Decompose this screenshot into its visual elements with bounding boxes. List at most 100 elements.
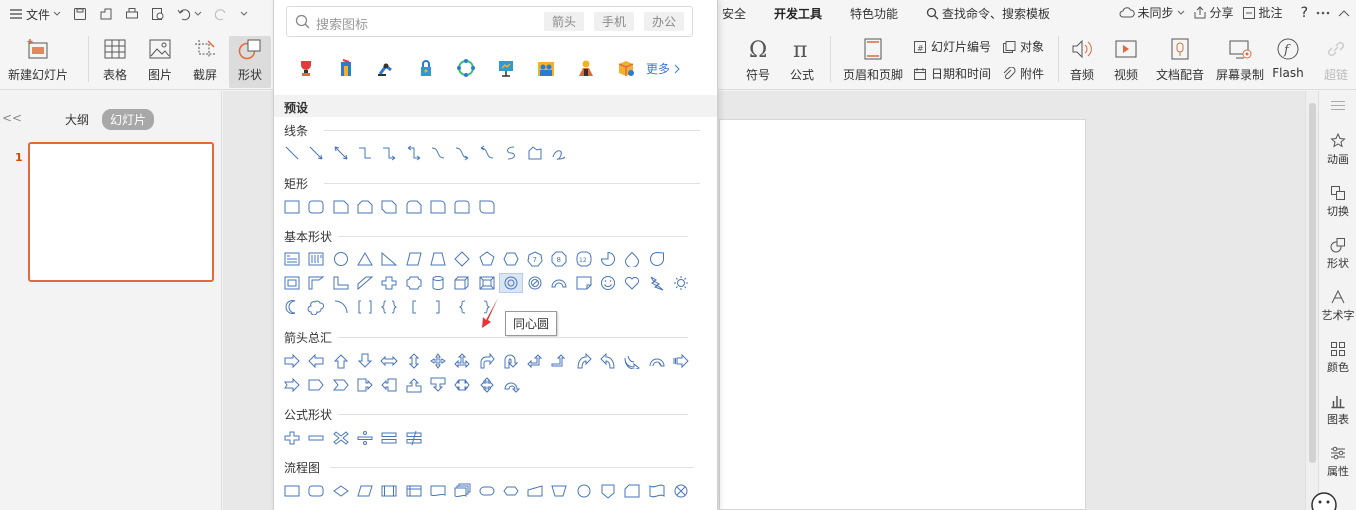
shape-left-bracket[interactable] [401, 297, 425, 317]
shape-folded-corner[interactable] [572, 273, 596, 293]
shape-circular-arrow[interactable] [499, 375, 523, 395]
shape-right-triangle[interactable] [377, 249, 401, 269]
shape-flow-punched-tape[interactable] [644, 481, 668, 501]
shape-flow-document[interactable] [426, 481, 450, 501]
shape-u-turn-arrow[interactable] [499, 351, 523, 371]
shape-elbow-connector[interactable] [353, 143, 377, 163]
shape-curved-double-arrow[interactable] [474, 143, 498, 163]
shape-round-corner-rectangle[interactable] [426, 197, 450, 217]
shape-left-right-arrow-callout[interactable] [450, 375, 474, 395]
scrollbar-thumb[interactable] [1309, 103, 1316, 463]
lock-icon[interactable] [406, 58, 446, 78]
shape-cloud[interactable] [304, 297, 328, 317]
shape-divide[interactable] [353, 428, 377, 448]
shape-down-arrow[interactable] [353, 351, 377, 371]
network-icon[interactable] [446, 58, 486, 78]
shape-left-arrow[interactable] [304, 351, 328, 371]
symbol-button[interactable]: Ω 符号 [740, 28, 776, 83]
shape-no-symbol[interactable] [523, 273, 547, 293]
shape-up-down-arrow[interactable] [401, 351, 425, 371]
shape-plus[interactable] [280, 428, 304, 448]
building-icon[interactable] [326, 58, 366, 78]
shape-flow-preparation[interactable] [499, 481, 523, 501]
collapse-ribbon-button[interactable] [1338, 9, 1350, 17]
header-footer-button[interactable]: 页眉和页脚 [840, 28, 906, 83]
shape-left-brace[interactable] [450, 297, 474, 317]
shape-down-arrow-callout[interactable] [426, 375, 450, 395]
shape-curved-right-arrow[interactable] [572, 351, 596, 371]
shape-lightning-bolt[interactable] [644, 273, 668, 293]
shape-oval[interactable] [329, 249, 353, 269]
shape-flow-predefined-process[interactable] [377, 481, 401, 501]
hyperlink-button[interactable]: 超链 [1318, 28, 1354, 83]
shape-quad-arrow[interactable] [426, 351, 450, 371]
package-icon[interactable] [606, 58, 646, 78]
print-preview-button[interactable] [148, 4, 168, 24]
formula-button[interactable]: π 公式 [784, 28, 820, 83]
date-time-button[interactable]: 日期和时间 [913, 65, 991, 82]
shape-up-arrow-callout[interactable] [401, 375, 425, 395]
shape-chevron[interactable] [329, 375, 353, 395]
shape-freeform[interactable] [523, 143, 547, 163]
shape-scribble[interactable] [547, 143, 571, 163]
shape-snip-round-rectangle[interactable] [401, 197, 425, 217]
tab-outline[interactable]: 大纲 [65, 111, 89, 128]
screen-record-button[interactable]: 屏幕录制 [1212, 28, 1268, 83]
shape-flow-manual-operation[interactable] [547, 481, 571, 501]
shape-double-arrow-line[interactable] [329, 143, 353, 163]
file-menu-button[interactable]: 文件 [6, 4, 64, 24]
image-button[interactable]: 图片 [141, 28, 179, 83]
presentation-board-icon[interactable] [486, 58, 526, 78]
shape-notched-right-arrow[interactable] [280, 375, 304, 395]
shape-pentagon[interactable] [474, 249, 498, 269]
tab-developer[interactable]: 开发工具 [774, 5, 822, 22]
shape-snip-same-side-rectangle[interactable] [353, 197, 377, 217]
shape-minus[interactable] [304, 428, 328, 448]
trophy-icon[interactable] [286, 58, 326, 78]
shape-half-frame[interactable] [304, 273, 328, 293]
shape-dodecagon[interactable]: 12 [572, 249, 596, 269]
shape-bent-up-arrow[interactable] [547, 351, 571, 371]
shape-round-diagonal-rectangle[interactable] [474, 197, 498, 217]
shape-rectangle[interactable] [280, 197, 304, 217]
shape-round-same-side-rectangle[interactable] [450, 197, 474, 217]
shape-striped-right-arrow[interactable] [669, 351, 693, 371]
shape-heptagon[interactable]: 7 [523, 249, 547, 269]
collapse-panel-button[interactable]: << [2, 111, 22, 125]
shape-rounded-rectangle[interactable] [304, 197, 328, 217]
sync-button[interactable]: 未同步 [1119, 4, 1185, 21]
object-button[interactable]: 对象 [1002, 38, 1044, 55]
shape-flow-offpage-connector[interactable] [596, 481, 620, 501]
shape-text-box[interactable] [280, 249, 304, 269]
more-icons-link[interactable]: 更多 [646, 60, 680, 77]
customize-toolbar-button[interactable] [237, 4, 251, 24]
shape-cube[interactable] [450, 273, 474, 293]
shape-right-arrow-callout[interactable] [353, 375, 377, 395]
shape-flow-multidocument[interactable] [450, 481, 474, 501]
sidebar-item-color[interactable]: 颜色 [1319, 341, 1356, 375]
command-search[interactable]: 查找命令、搜索模板 [926, 5, 1078, 22]
shape-left-arrow-callout[interactable] [377, 375, 401, 395]
shape-curved-connector[interactable] [426, 143, 450, 163]
save-button[interactable] [70, 4, 90, 24]
slide-thumbnail[interactable] [28, 142, 214, 282]
flash-button[interactable]: f Flash [1270, 28, 1306, 80]
shape-vertical-text-box[interactable] [304, 249, 328, 269]
shape-elbow-arrow[interactable] [377, 143, 401, 163]
scientist-icon[interactable] [566, 58, 606, 78]
shape-left-up-arrow[interactable] [523, 351, 547, 371]
shape-flow-internal-storage[interactable] [401, 481, 425, 501]
tab-security[interactable]: 安全 [722, 5, 746, 22]
shape-flow-connector[interactable] [572, 481, 596, 501]
team-icon[interactable] [526, 58, 566, 78]
shape-button[interactable]: 形状 [229, 36, 271, 88]
sidebar-item-transition[interactable]: 切换 [1319, 185, 1356, 219]
shape-bent-arrow[interactable] [474, 351, 498, 371]
shape-heart[interactable] [620, 273, 644, 293]
shape-pie[interactable] [596, 249, 620, 269]
shape-plaque[interactable] [401, 273, 425, 293]
doc-audio-button[interactable]: 文档配音 [1152, 28, 1208, 83]
shape-flow-card[interactable] [620, 481, 644, 501]
shape-curve[interactable] [499, 143, 523, 163]
shape-sun[interactable] [669, 273, 693, 293]
